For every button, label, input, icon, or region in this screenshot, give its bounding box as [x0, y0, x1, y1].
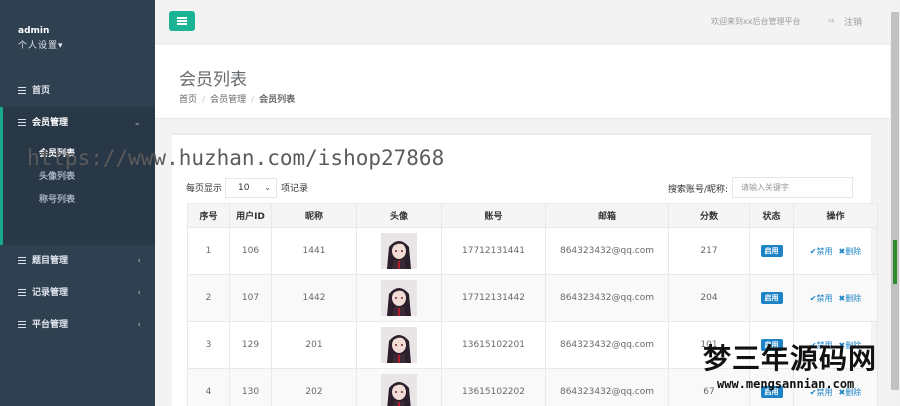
cell-nickname: 1442: [271, 274, 357, 322]
col-header-status[interactable]: 状态: [749, 203, 794, 228]
cell-email: 864323432@qq.com: [545, 368, 669, 406]
profile-settings-dropdown[interactable]: 个人设置▾: [18, 38, 155, 51]
cell-uid: 129: [229, 321, 272, 369]
list-icon: [18, 289, 26, 296]
page-size-label: 每页显示: [186, 184, 223, 194]
col-header-avatar[interactable]: 头像: [356, 203, 442, 228]
breadcrumb-home[interactable]: 首页: [179, 95, 197, 105]
table-header-row: 序号 用户ID 昵称 头像 账号 邮箱 分数 状态 操作: [187, 203, 878, 228]
sidebar-item-label: 题目管理: [32, 256, 69, 266]
list-icon: [18, 321, 26, 328]
status-badge: 启用: [760, 292, 783, 304]
logout-icon[interactable]: ⇨: [828, 16, 835, 25]
avatar: [381, 374, 417, 406]
chevron-left-icon: ‹: [137, 320, 141, 330]
cell-account: 13615102202: [441, 368, 546, 406]
watermark-cn: 梦三年源码网: [703, 342, 878, 375]
top-navbar: 欢迎来到xx后台管理平台 ⇨ 注销: [155, 0, 890, 44]
delete-button[interactable]: ✖删除: [839, 247, 862, 256]
cell-score: 204: [668, 274, 750, 322]
breadcrumb-member-management[interactable]: 会员管理: [210, 95, 246, 105]
cell-nickname: 201: [271, 321, 357, 369]
page-heading: 会员列表 首页 / 会员管理 / 会员列表: [155, 45, 890, 119]
col-header-account[interactable]: 账号: [441, 203, 546, 228]
page-size-suffix: 项记录: [281, 184, 309, 194]
cell-no: 1: [187, 227, 230, 275]
cell-account: 17712131442: [441, 274, 546, 322]
check-circle-icon: ✔: [809, 246, 817, 256]
hamburger-icon: [177, 17, 187, 19]
col-header-actions[interactable]: 操作: [793, 203, 878, 228]
sidebar-item-record-management[interactable]: 记录管理 ‹: [0, 277, 155, 309]
sidebar-item-home[interactable]: 首页: [0, 75, 155, 107]
sidebar-item-label: 会员管理: [32, 118, 69, 128]
username: admin: [18, 26, 50, 36]
logout-link[interactable]: 注销: [844, 15, 862, 28]
table-row: 2 107 1442 17712131442 864323432@qq.com …: [187, 274, 878, 322]
table-row: 1 106 1441 17712131441 864323432@qq.com …: [187, 227, 878, 275]
breadcrumb-current: 会员列表: [259, 95, 296, 105]
url-watermark: https://www.huzhan.com/ishop27868: [27, 146, 445, 170]
welcome-text: 欢迎来到xx后台管理平台: [711, 17, 801, 26]
avatar: [381, 327, 417, 363]
avatar: [381, 280, 417, 316]
cell-account: 17712131441: [441, 227, 546, 275]
cell-uid: 106: [229, 227, 272, 275]
sidebar-item-question-management[interactable]: 题目管理 ‹: [0, 245, 155, 277]
cell-uid: 107: [229, 274, 272, 322]
watermark-en: www.mengsannian.com: [717, 377, 855, 391]
sidebar-item-label: 记录管理: [32, 288, 69, 298]
scroll-indicator: [893, 240, 897, 284]
cell-nickname: 1441: [271, 227, 357, 275]
cell-no: 3: [187, 321, 230, 369]
cell-email: 864323432@qq.com: [545, 274, 669, 322]
col-header-uid[interactable]: 用户ID: [229, 203, 272, 228]
page-title: 会员列表: [179, 70, 247, 90]
scrollbar-thumb[interactable]: [891, 12, 899, 390]
breadcrumb: 首页 / 会员管理 / 会员列表: [179, 95, 296, 105]
sidebar-item-label: 首页: [32, 86, 51, 96]
sidebar: admin 个人设置▾ 首页 会员管理 ⌄ 会员列表 头像列表 称号列表 题目管…: [0, 0, 155, 406]
site-watermark: 梦三年源码网 www.mengsannian.com: [703, 342, 898, 406]
menu-toggle-button[interactable]: [169, 11, 195, 31]
avatar: [381, 233, 417, 269]
cell-no: 4: [187, 368, 230, 406]
chevron-down-icon: ⌄: [264, 183, 271, 192]
status-badge: 启用: [760, 245, 783, 257]
page-size-select[interactable]: 10 ⌄: [225, 178, 277, 198]
disable-button[interactable]: ✔禁用: [810, 294, 833, 303]
col-header-no[interactable]: 序号: [187, 203, 230, 228]
submenu-item-title-list[interactable]: 称号列表: [39, 189, 155, 212]
check-circle-icon: ✔: [809, 293, 817, 303]
col-header-score[interactable]: 分数: [668, 203, 750, 228]
cell-score: 217: [668, 227, 750, 275]
cell-no: 2: [187, 274, 230, 322]
col-header-email[interactable]: 邮箱: [545, 203, 669, 228]
page-size-value: 10: [238, 183, 250, 193]
sidebar-item-platform-management[interactable]: 平台管理 ‹: [0, 309, 155, 341]
delete-button[interactable]: ✖删除: [839, 294, 862, 303]
sidebar-item-member-management[interactable]: 会员管理 ⌄: [0, 107, 155, 139]
list-icon: [18, 257, 26, 264]
cell-account: 13615102201: [441, 321, 546, 369]
chevron-left-icon: ‹: [137, 288, 141, 298]
cell-nickname: 202: [271, 368, 357, 406]
search-input[interactable]: 请输入关键字: [732, 177, 853, 198]
profile: admin 个人设置▾: [0, 0, 155, 75]
cell-uid: 130: [229, 368, 272, 406]
sidebar-item-label: 平台管理: [32, 320, 69, 330]
list-icon: [18, 87, 26, 94]
search-label: 搜索账号/昵称:: [668, 185, 729, 195]
col-header-nickname[interactable]: 昵称: [271, 203, 357, 228]
disable-button[interactable]: ✔禁用: [810, 247, 833, 256]
chevron-left-icon: ‹: [137, 256, 141, 266]
cell-email: 864323432@qq.com: [545, 321, 669, 369]
cell-email: 864323432@qq.com: [545, 227, 669, 275]
chevron-down-icon: ⌄: [133, 118, 141, 128]
list-icon: [18, 119, 26, 126]
